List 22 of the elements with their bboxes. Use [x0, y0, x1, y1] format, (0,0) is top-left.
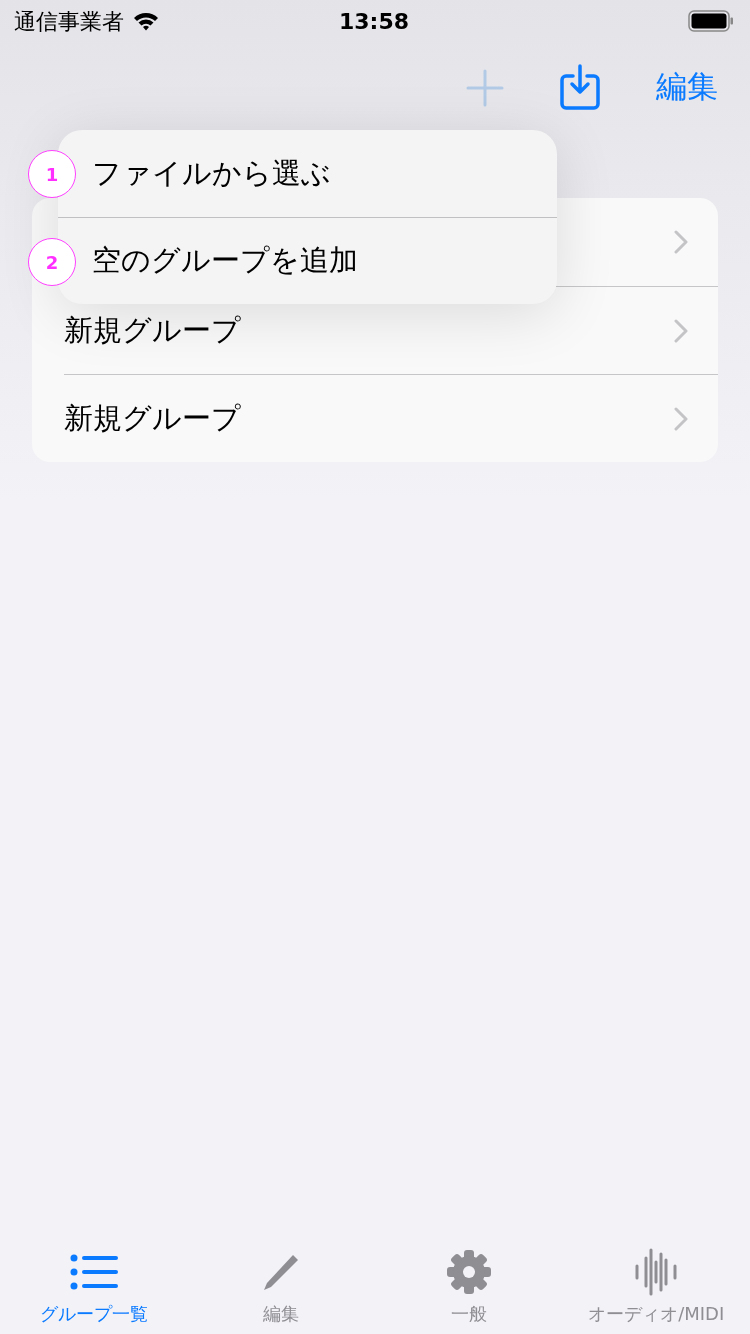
menu-item[interactable]: 空のグループを追加 [92, 239, 358, 283]
chevron-icon [674, 318, 688, 343]
tab-item[interactable]: 一般 [375, 1236, 563, 1334]
list-icon [69, 1254, 118, 1290]
edit-button[interactable]: 編集 [656, 62, 718, 110]
gear-icon [444, 1248, 493, 1296]
step-marker: 2 [28, 238, 76, 286]
chevron-icon [674, 230, 688, 254]
chevron-icon [674, 406, 688, 431]
menu-item[interactable]: ファイルから選ぶ [92, 151, 331, 196]
clock-time: 13:58 [339, 7, 409, 36]
group-title[interactable]: 新規グループ [64, 396, 241, 441]
battery-icon [688, 10, 734, 32]
tab-item[interactable]: グループ一覧 [0, 1236, 188, 1334]
step-marker: 1 [28, 150, 76, 198]
waveform-icon [634, 1248, 679, 1296]
carrier-name: 通信事業者 [14, 7, 124, 36]
tab-item[interactable]: 編集 [187, 1236, 375, 1334]
wifi-icon [132, 10, 160, 32]
tab-item[interactable]: オーディオ/MIDI [562, 1236, 750, 1334]
download-button[interactable] [560, 61, 600, 111]
group-title[interactable]: 新規グループ [64, 308, 241, 353]
